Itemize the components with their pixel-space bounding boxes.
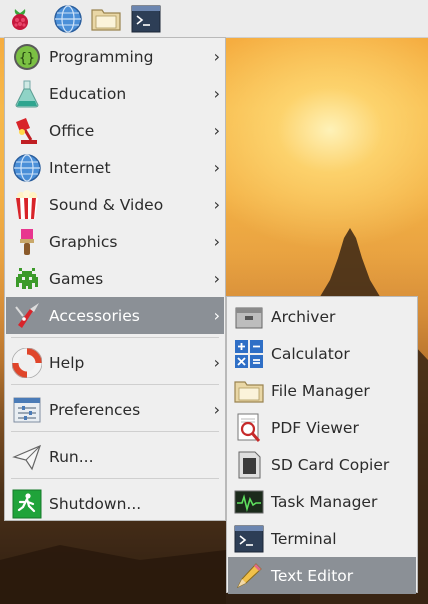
office-lamp-icon — [11, 115, 43, 147]
menu-item-shutdown[interactable]: Shutdown... — [6, 485, 224, 522]
exit-running-man-icon — [11, 488, 43, 520]
application-menu: {} Programming › Education › Office › In… — [4, 37, 226, 521]
submenu-item-sd-card-copier[interactable]: SD Card Copier — [228, 446, 416, 483]
menu-item-education[interactable]: Education › — [6, 75, 224, 112]
globe-icon — [11, 152, 43, 184]
submenu-item-pdf-viewer[interactable]: PDF Viewer — [228, 409, 416, 446]
menu-item-internet[interactable]: Internet › — [6, 149, 224, 186]
menu-item-label: Run... — [49, 447, 94, 466]
menu-item-label: Shutdown... — [49, 494, 142, 513]
menu-item-label: Graphics — [49, 232, 118, 251]
submenu-item-label: SD Card Copier — [271, 455, 390, 474]
accessories-submenu: Archiver Calculator File Manager PDF Vie… — [226, 296, 418, 594]
chevron-right-icon: › — [213, 121, 220, 140]
chevron-right-icon: › — [213, 232, 220, 251]
lifebuoy-icon — [11, 347, 43, 379]
submenu-item-label: PDF Viewer — [271, 418, 359, 437]
pdf-viewer-icon — [233, 412, 265, 444]
folder-icon — [233, 375, 265, 407]
menu-item-sound-video[interactable]: Sound & Video › — [6, 186, 224, 223]
chevron-right-icon: › — [213, 269, 220, 288]
menu-item-programming[interactable]: {} Programming › — [6, 38, 224, 75]
menu-item-label: Games — [49, 269, 104, 288]
submenu-item-label: Calculator — [271, 344, 350, 363]
sd-card-icon — [233, 449, 265, 481]
web-browser-globe-icon[interactable] — [52, 3, 84, 35]
menu-separator — [11, 431, 219, 432]
archiver-icon — [233, 301, 265, 333]
popcorn-icon — [11, 189, 43, 221]
menu-separator — [11, 337, 219, 338]
text-editor-pencil-icon — [233, 560, 265, 592]
chevron-right-icon: › — [213, 306, 220, 325]
education-flask-icon — [11, 78, 43, 110]
menu-item-label: Programming — [49, 47, 154, 66]
menu-item-label: Preferences — [49, 400, 141, 419]
menu-item-accessories[interactable]: Accessories › — [6, 297, 224, 334]
submenu-item-file-manager[interactable]: File Manager — [228, 372, 416, 409]
menu-item-label: Help — [49, 353, 85, 372]
chevron-right-icon: › — [213, 400, 220, 419]
submenu-item-label: Terminal — [271, 529, 337, 548]
raspberry-menu-icon[interactable] — [4, 3, 36, 35]
chevron-right-icon: › — [213, 47, 220, 66]
menu-item-preferences[interactable]: Preferences › — [6, 391, 224, 428]
submenu-item-label: File Manager — [271, 381, 370, 400]
pocket-knife-icon — [11, 300, 43, 332]
menu-item-help[interactable]: Help › — [6, 344, 224, 381]
menu-item-office[interactable]: Office › — [6, 112, 224, 149]
menu-item-graphics[interactable]: Graphics › — [6, 223, 224, 260]
submenu-item-calculator[interactable]: Calculator — [228, 335, 416, 372]
submenu-item-label: Text Editor — [271, 566, 354, 585]
menu-item-label: Office — [49, 121, 95, 140]
submenu-item-text-editor[interactable]: Text Editor — [228, 557, 416, 594]
submenu-item-label: Task Manager — [271, 492, 378, 511]
taskbar-panel — [0, 0, 428, 38]
chevron-right-icon: › — [213, 195, 220, 214]
menu-item-run[interactable]: Run... — [6, 438, 224, 475]
space-invader-icon — [11, 263, 43, 295]
submenu-item-label: Archiver — [271, 307, 336, 326]
submenu-item-archiver[interactable]: Archiver — [228, 298, 416, 335]
file-manager-folder-icon[interactable] — [90, 3, 122, 35]
menu-separator — [11, 478, 219, 479]
programming-icon: {} — [11, 41, 43, 73]
task-manager-icon — [233, 486, 265, 518]
menu-item-label: Internet — [49, 158, 111, 177]
chevron-right-icon: › — [213, 158, 220, 177]
menu-item-label: Education — [49, 84, 127, 103]
calculator-icon — [233, 338, 265, 370]
submenu-item-terminal[interactable]: Terminal — [228, 520, 416, 557]
menu-separator — [11, 384, 219, 385]
svg-text:{}: {} — [19, 51, 35, 66]
menu-item-label: Sound & Video — [49, 195, 164, 214]
menu-item-games[interactable]: Games › — [6, 260, 224, 297]
paintbrush-icon — [11, 226, 43, 258]
paper-plane-icon — [11, 441, 43, 473]
terminal-icon — [233, 523, 265, 555]
menu-item-label: Accessories — [49, 306, 140, 325]
terminal-icon[interactable] — [130, 3, 162, 35]
chevron-right-icon: › — [213, 84, 220, 103]
preferences-sliders-icon — [11, 394, 43, 426]
submenu-item-task-manager[interactable]: Task Manager — [228, 483, 416, 520]
chevron-right-icon: › — [213, 353, 220, 372]
